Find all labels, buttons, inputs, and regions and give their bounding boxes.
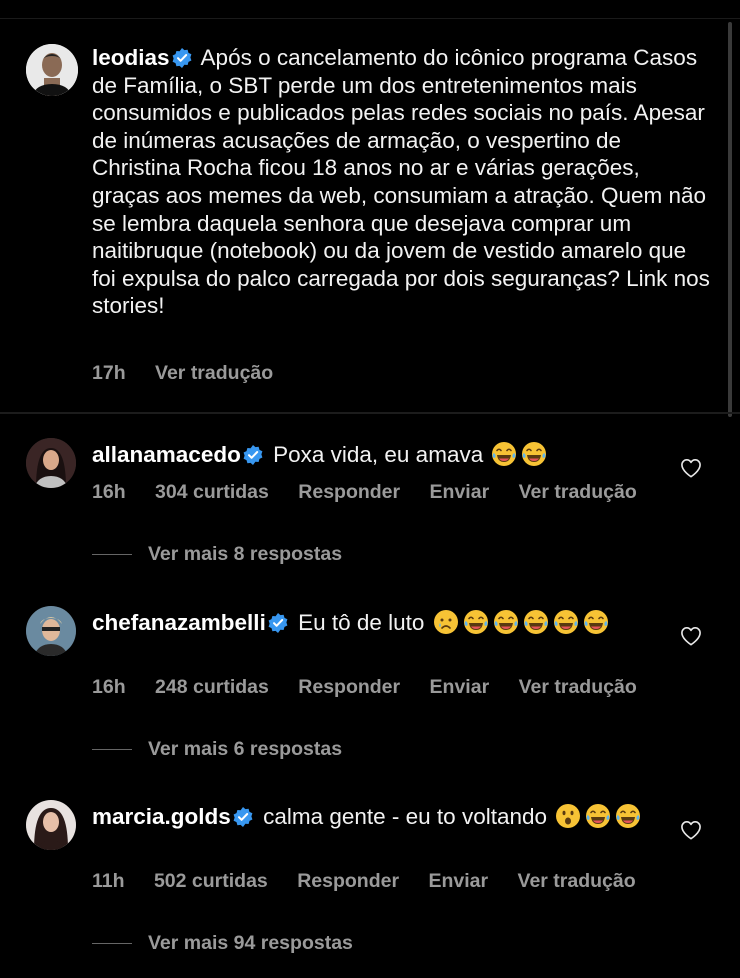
view-replies[interactable]: Ver mais 8 respostas (92, 543, 342, 566)
verified-icon (172, 48, 192, 68)
translate-button[interactable]: Ver tradução (518, 870, 636, 892)
reply-button[interactable]: Responder (298, 676, 400, 698)
comment-meta: 16h 248 curtidas Responder Enviar Ver tr… (92, 676, 661, 699)
view-replies[interactable]: Ver mais 6 respostas (92, 738, 342, 761)
laughing-emoji (493, 609, 519, 635)
view-replies-label[interactable]: Ver mais 8 respostas (148, 543, 342, 565)
post-time: 17h (92, 362, 126, 384)
translate-button[interactable]: Ver tradução (155, 362, 273, 384)
avatar[interactable] (26, 606, 76, 656)
likes-count[interactable]: 502 curtidas (154, 870, 268, 892)
heart-icon[interactable] (680, 820, 702, 840)
comment-username[interactable]: chefanazambelli (92, 610, 266, 635)
avatar-image (26, 800, 76, 850)
comment-meta: 11h 502 curtidas Responder Enviar Ver tr… (92, 870, 660, 893)
translate-button[interactable]: Ver tradução (519, 481, 637, 503)
laughing-emoji (615, 803, 641, 829)
view-replies-label[interactable]: Ver mais 94 respostas (148, 932, 353, 954)
surprised-emoji (555, 803, 581, 829)
avatar[interactable] (26, 438, 76, 488)
translate-button[interactable]: Ver tradução (519, 676, 637, 698)
comment-time: 16h (92, 481, 126, 503)
avatar[interactable] (26, 44, 78, 96)
comment-text: marcia.golds calma gente - eu to voltand… (92, 800, 672, 833)
caption-text: leodias Após o cancelamento do icônico p… (92, 44, 712, 320)
laughing-emoji (553, 609, 579, 635)
avatar-image (26, 606, 76, 656)
heart-icon[interactable] (680, 458, 702, 478)
laughing-emoji (521, 441, 547, 467)
laughing-emoji (523, 609, 549, 635)
replies-dash (92, 749, 132, 751)
laughing-emoji (463, 609, 489, 635)
scrollbar[interactable] (728, 22, 732, 417)
comment-text: chefanazambelli Eu tô de luto (92, 606, 672, 639)
comment-text: allanamacedo Poxa vida, eu amava (92, 438, 672, 471)
post-meta: 17h Ver tradução (92, 362, 297, 385)
laughing-emoji (585, 803, 611, 829)
top-bar (0, 0, 740, 19)
likes-count[interactable]: 248 curtidas (155, 676, 269, 698)
send-button[interactable]: Enviar (430, 481, 490, 503)
replies-dash (92, 554, 132, 556)
comment-body: Poxa vida, eu amava (273, 442, 484, 467)
comment-body: calma gente - eu to voltando (263, 804, 548, 829)
post-author[interactable]: leodias (92, 45, 170, 70)
view-replies[interactable]: Ver mais 94 respostas (92, 932, 353, 955)
verified-icon (233, 807, 253, 827)
avatar[interactable] (26, 800, 76, 850)
heart-icon[interactable] (680, 626, 702, 646)
comment-username[interactable]: allanamacedo (92, 442, 241, 467)
crying-emoji (433, 609, 459, 635)
view-replies-label[interactable]: Ver mais 6 respostas (148, 738, 342, 760)
verified-icon (243, 445, 263, 465)
avatar-image (26, 44, 78, 96)
likes-count[interactable]: 304 curtidas (155, 481, 269, 503)
caption-body: Após o cancelamento do icônico programa … (92, 45, 710, 319)
verified-icon (268, 613, 288, 633)
comment-time: 11h (92, 870, 125, 892)
replies-dash (92, 943, 132, 945)
send-button[interactable]: Enviar (430, 676, 490, 698)
reply-button[interactable]: Responder (297, 870, 399, 892)
comment-username[interactable]: marcia.golds (92, 804, 231, 829)
laughing-emoji (491, 441, 517, 467)
reply-button[interactable]: Responder (298, 481, 400, 503)
comment-time: 16h (92, 676, 126, 698)
avatar-image (26, 438, 76, 488)
comment-body: Eu tô de luto (298, 610, 425, 635)
divider (0, 412, 740, 414)
send-button[interactable]: Enviar (428, 870, 488, 892)
laughing-emoji (583, 609, 609, 635)
comment-meta: 16h 304 curtidas Responder Enviar Ver tr… (92, 481, 661, 504)
